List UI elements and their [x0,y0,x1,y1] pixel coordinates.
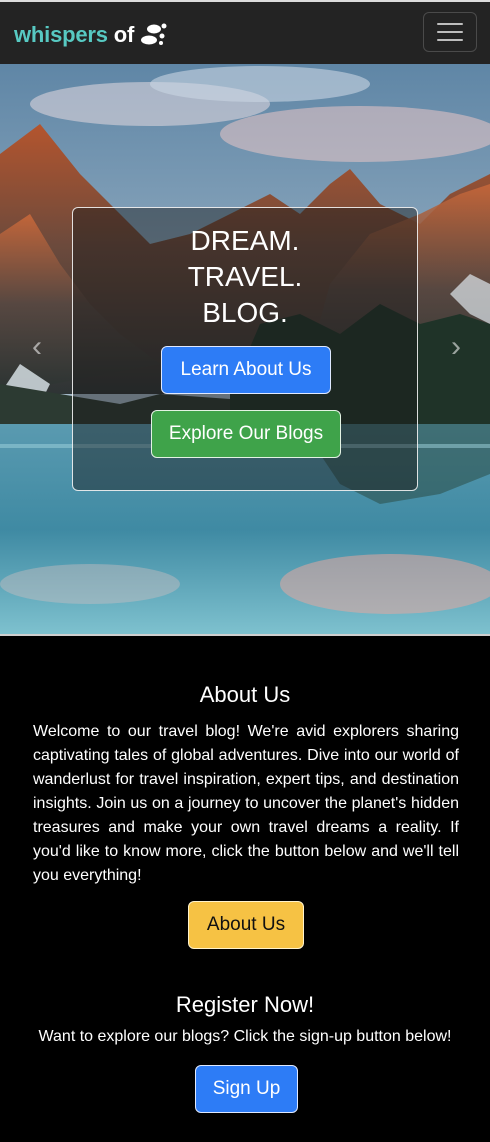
register-description: Want to explore our blogs? Click the sig… [38,1028,452,1045]
learn-about-us-button[interactable]: Learn About Us [161,346,331,394]
register-heading: Register Now! [175,992,315,1017]
about-heading: About Us [199,682,291,707]
carousel-next-button[interactable]: › [441,332,471,362]
main-content: About Us Welcome to our travel blog! We'… [0,636,490,1140]
hero-title-line: BLOG. [202,297,288,328]
hero-carousel: ‹ › DREAM. TRAVEL. BLOG. Learn About Us … [0,64,490,636]
hero-title-line: DREAM. [190,225,300,256]
chevron-right-icon: › [451,330,461,363]
navbar-toggle-button[interactable] [423,12,477,52]
hamburger-menu-icon [437,23,463,25]
sign-up-button[interactable]: Sign Up [195,1065,298,1113]
brand-logo-link[interactable]: whispers of [14,18,168,52]
brand-name-secondary: of [113,22,135,47]
footprints-icon [141,23,167,45]
about-us-button[interactable]: About Us [188,901,304,949]
carousel-prev-button[interactable]: ‹ [22,332,52,362]
chevron-left-icon: ‹ [32,330,42,363]
about-description: Welcome to our travel blog! We're avid e… [33,723,459,884]
explore-blogs-button[interactable]: Explore Our Blogs [151,410,341,458]
hamburger-menu-icon-line [437,31,463,33]
navbar: whispers of [0,0,490,64]
hero-caption-box: DREAM. TRAVEL. BLOG. Learn About Us Expl… [72,207,418,491]
hero-title: DREAM. TRAVEL. BLOG. [73,223,417,331]
hero-title-line: TRAVEL. [187,261,303,292]
brand-name-primary: whispers [14,22,108,47]
hamburger-menu-icon-line [437,39,463,41]
